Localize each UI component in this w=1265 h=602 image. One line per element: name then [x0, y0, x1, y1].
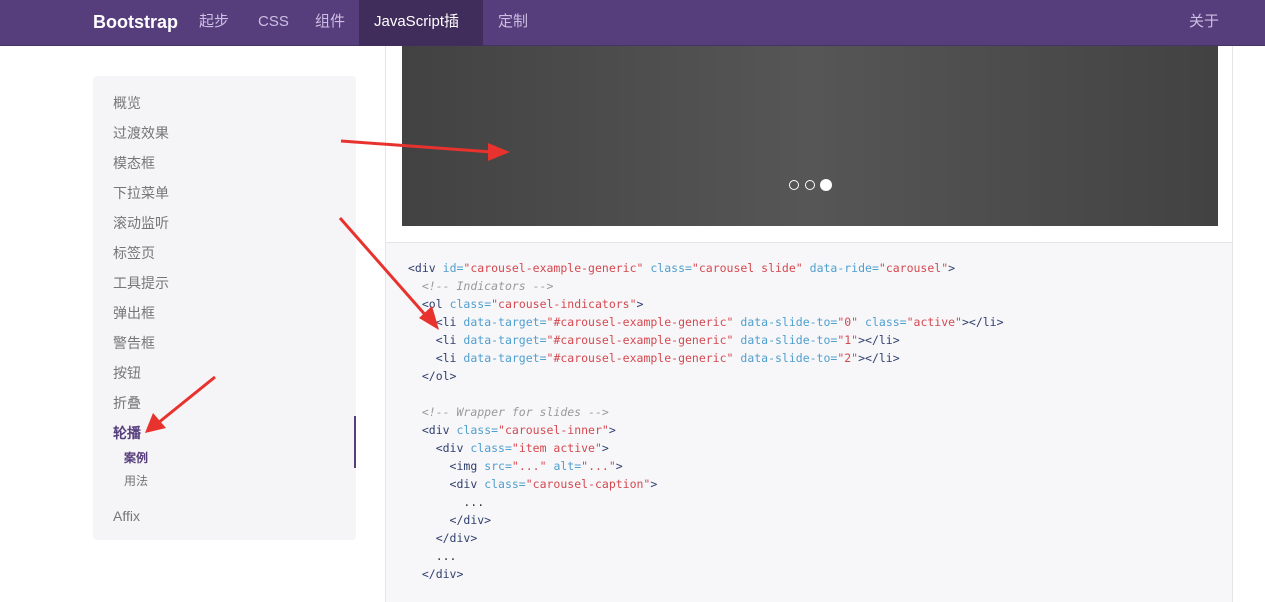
sidebar-subitem-examples[interactable]: 案例: [124, 449, 148, 466]
sidebar-item-buttons[interactable]: 按钮: [113, 363, 141, 383]
code-line: </div>: [421, 567, 464, 581]
code-line: </ol>: [421, 369, 457, 383]
sidebar-item-modal[interactable]: 模态框: [113, 153, 155, 173]
top-navbar: Bootstrap 起步 CSS 组件 JavaScript插件 定制 关于: [0, 0, 1265, 74]
code-line: <!-- Indicators -->: [421, 279, 554, 293]
code-line: <li data-target="#carousel-example-gener…: [435, 333, 900, 347]
nav-item-css[interactable]: CSS: [243, 0, 304, 46]
carousel-example: [385, 46, 1233, 243]
sidebar-subitem-usage[interactable]: 用法: [124, 472, 148, 489]
code-line: <div class="carousel-caption">: [449, 477, 658, 491]
sidebar-item-carousel[interactable]: 轮播: [113, 423, 141, 443]
sidebar-nav: 概览 过渡效果 模态框 下拉菜单 滚动监听 标签页 工具提示 弹出框 警告框 按…: [93, 76, 356, 540]
nav-item-components[interactable]: 组件: [300, 0, 360, 46]
nav-item-customize[interactable]: 定制: [483, 0, 543, 46]
nav-item-javascript[interactable]: JavaScript插件: [359, 0, 483, 74]
nav-item-getting-started[interactable]: 起步: [184, 0, 244, 46]
code-line: <img src="..." alt="...">: [449, 459, 623, 473]
sidebar-item-popovers[interactable]: 弹出框: [113, 303, 155, 323]
code-line: <ol class="carousel-indicators">: [421, 297, 644, 311]
sidebar-item-scrollspy[interactable]: 滚动监听: [113, 213, 169, 233]
sidebar-item-dropdowns[interactable]: 下拉菜单: [113, 183, 169, 203]
code-line: </div>: [435, 531, 478, 545]
sidebar-item-tabs[interactable]: 标签页: [113, 243, 155, 263]
sidebar-item-alerts[interactable]: 警告框: [113, 333, 155, 353]
carousel-indicator-1[interactable]: [789, 180, 799, 190]
sidebar-item-overview[interactable]: 概览: [113, 93, 141, 113]
code-line: <div class="carousel-inner">: [421, 423, 616, 437]
sidebar-item-tooltips[interactable]: 工具提示: [113, 273, 169, 293]
nav-item-about[interactable]: 关于: [1174, 0, 1234, 46]
code-line: <!-- Wrapper for slides -->: [421, 405, 609, 419]
carousel-indicator-2[interactable]: [805, 180, 815, 190]
sidebar-item-affix[interactable]: Affix: [113, 508, 140, 524]
sidebar-item-transitions[interactable]: 过渡效果: [113, 123, 169, 143]
code-line: </div>: [449, 513, 492, 527]
code-line: <div class="item active">: [435, 441, 609, 455]
carousel-indicator-3[interactable]: [820, 179, 832, 191]
code-line: ...: [408, 495, 485, 509]
code-snippet: <div id="carousel-example-generic" class…: [385, 243, 1233, 602]
sidebar-item-collapse[interactable]: 折叠: [113, 393, 141, 413]
code-line: ...: [408, 549, 457, 563]
carousel-slide[interactable]: [402, 46, 1218, 226]
sidebar-active-indicator: [354, 416, 356, 468]
code-line: <li data-target="#carousel-example-gener…: [435, 315, 1004, 329]
brand-link[interactable]: Bootstrap: [93, 0, 178, 46]
code-line: <div id="carousel-example-generic" class…: [408, 261, 956, 275]
code-line: <li data-target="#carousel-example-gener…: [435, 351, 900, 365]
